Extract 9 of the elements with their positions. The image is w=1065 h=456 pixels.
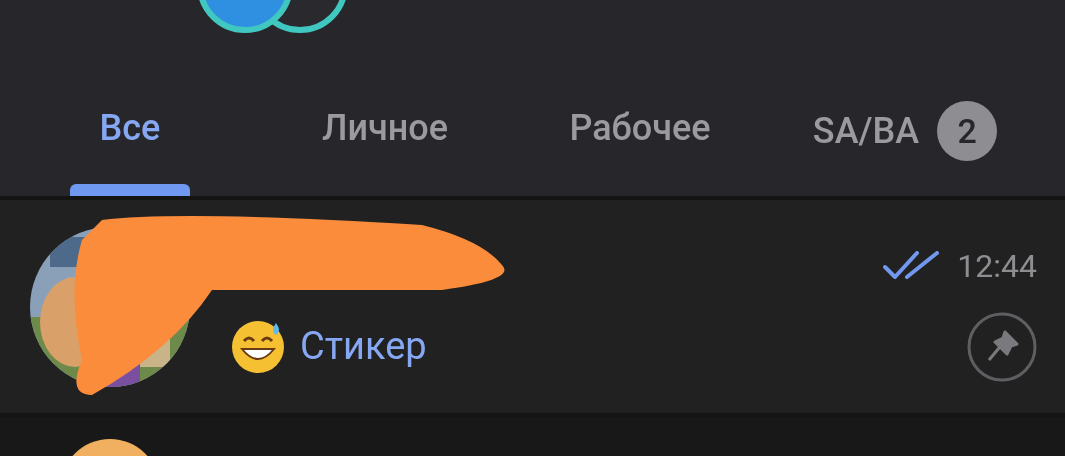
tab[interactable]: Рабочее bbox=[510, 91, 770, 196]
smiling-face-icon bbox=[230, 318, 286, 375]
tab[interactable]: Все bbox=[60, 91, 200, 196]
chat-row[interactable]: Стикер 12:44 bbox=[0, 200, 1065, 413]
tab[interactable]: Личное bbox=[260, 91, 510, 196]
unread-count-badge: 2 bbox=[937, 101, 998, 161]
message-time: 12:44 bbox=[957, 245, 1037, 287]
message-preview: Стикер bbox=[300, 323, 427, 370]
tab[interactable]: SA/BA 2 bbox=[785, 91, 1025, 196]
